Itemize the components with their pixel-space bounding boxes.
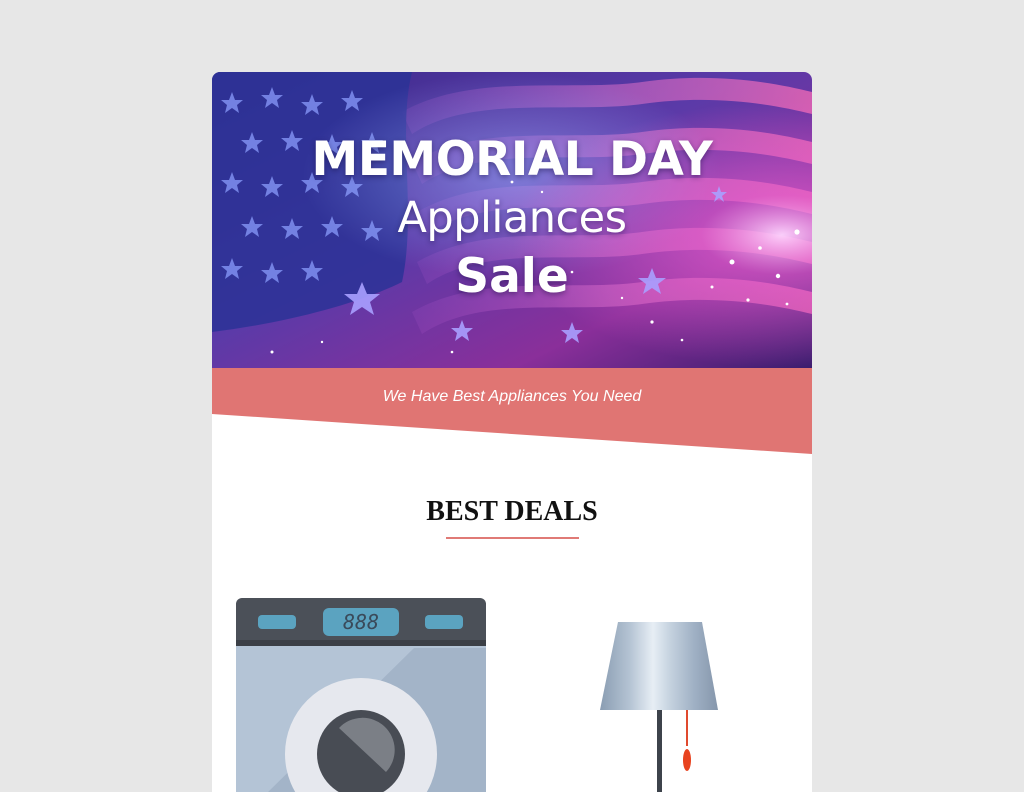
hero-headline: MEMORIAL DAY Appliances Sale	[212, 130, 812, 308]
product-floor-lamp[interactable]	[598, 620, 722, 792]
heading-underline	[446, 537, 579, 539]
banner-shape	[212, 368, 812, 454]
washer-display-text: 888	[343, 610, 379, 634]
hero-title-line2: Appliances	[397, 193, 627, 243]
product-washing-machine[interactable]: 888	[234, 596, 488, 792]
floor-lamp-icon	[600, 622, 718, 792]
best-deals-heading: BEST DEALS	[426, 496, 598, 527]
tagline-banner: We Have Best Appliances You Need	[212, 368, 812, 458]
hero-banner: MEMORIAL DAY Appliances Sale	[212, 72, 812, 368]
tagline-text: We Have Best Appliances You Need	[382, 388, 642, 405]
washing-machine-icon: 888	[236, 598, 486, 792]
hero-title-line3: Sale	[455, 249, 569, 304]
hero-title-line1: MEMORIAL DAY	[311, 132, 713, 187]
email-container: MEMORIAL DAY Appliances Sale We Have Bes…	[212, 72, 812, 792]
